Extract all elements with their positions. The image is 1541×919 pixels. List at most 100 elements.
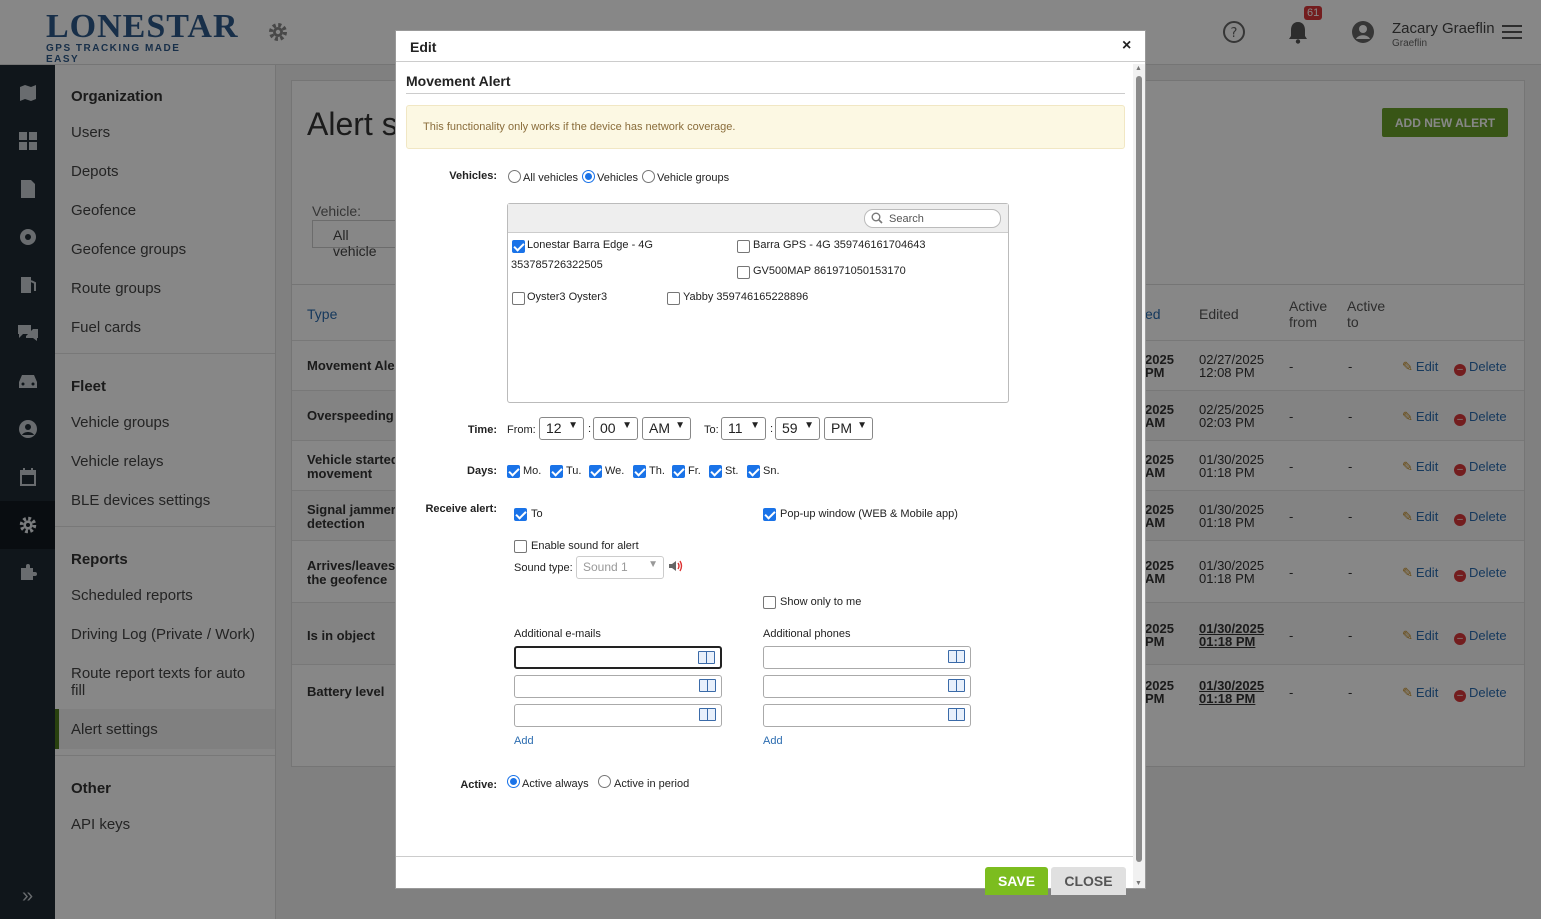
save-button[interactable]: SAVE — [985, 867, 1048, 895]
sound-type-label: Sound type: — [514, 562, 573, 574]
radio-active-in-period[interactable] — [598, 775, 611, 788]
vehicle-name[interactable]: GV500MAP 861971050153170 — [753, 265, 906, 277]
radio-vehicles-label[interactable]: Vehicles — [597, 172, 638, 184]
chevron-down-icon: ▼ — [675, 420, 685, 431]
day-label-fr[interactable]: Fr. — [688, 465, 701, 477]
close-icon[interactable]: × — [1122, 37, 1131, 55]
to-hour-value: 11 — [728, 420, 743, 436]
email-field[interactable] — [514, 646, 722, 669]
coverage-warning: This functionality only works if the dev… — [406, 105, 1125, 149]
additional-phones-label: Additional phones — [763, 628, 851, 640]
day-label-mo[interactable]: Mo. — [523, 465, 541, 477]
address-book-icon[interactable] — [698, 651, 715, 664]
day-label-sn[interactable]: Sn. — [763, 465, 780, 477]
chevron-down-icon: ▼ — [804, 420, 814, 431]
day-label-tu[interactable]: Tu. — [566, 465, 582, 477]
address-book-icon[interactable] — [948, 708, 965, 721]
day-label-th[interactable]: Th. — [649, 465, 665, 477]
active-label: Active: — [460, 779, 497, 791]
time-label: Time: — [467, 424, 497, 436]
enable-sound-checkbox[interactable] — [514, 540, 527, 553]
radio-all-vehicles[interactable] — [508, 170, 521, 183]
from-label: From: — [507, 424, 536, 436]
phone-field[interactable] — [763, 704, 971, 727]
speaker-icon[interactable] — [668, 560, 684, 575]
vehicle-name[interactable]: Lonestar Barra Edge - 4G — [527, 239, 653, 251]
vehicle-list-toolbar: Search — [508, 204, 1008, 233]
day-label-st[interactable]: St. — [725, 465, 738, 477]
close-button[interactable]: CLOSE — [1051, 867, 1126, 895]
receive-to-label[interactable]: To — [531, 508, 543, 520]
scroll-down-arrow-icon[interactable]: ▼ — [1135, 880, 1142, 887]
scrollbar-thumb[interactable] — [1136, 76, 1142, 862]
time-separator: : — [588, 423, 592, 435]
from-ampm-select[interactable]: AM ▼ — [642, 417, 691, 440]
show-only-me-checkbox[interactable] — [763, 596, 776, 609]
popup-window-checkbox[interactable] — [763, 508, 776, 521]
email-field[interactable] — [514, 675, 722, 698]
to-hour-select[interactable]: 11 ▼ — [721, 417, 766, 440]
days-label: Days: — [467, 465, 497, 477]
enable-sound-label[interactable]: Enable sound for alert — [531, 540, 639, 552]
radio-vehicles[interactable] — [582, 170, 595, 183]
scroll-up-arrow-icon[interactable]: ▲ — [1135, 65, 1142, 72]
phone-field[interactable] — [763, 675, 971, 698]
popup-window-label[interactable]: Pop-up window (WEB & Mobile app) — [780, 508, 958, 520]
radio-vehicle-groups-label[interactable]: Vehicle groups — [657, 172, 729, 184]
sound-type-value: Sound 1 — [583, 560, 628, 574]
receive-to-checkbox[interactable] — [514, 508, 527, 521]
day-checkbox-fr[interactable] — [672, 465, 685, 478]
vehicle-name[interactable]: Oyster3 Oyster3 — [527, 291, 607, 303]
show-only-me-label[interactable]: Show only to me — [780, 596, 861, 608]
time-separator: : — [770, 423, 774, 435]
day-label-we[interactable]: We. — [605, 465, 624, 477]
radio-active-always[interactable] — [507, 775, 520, 788]
chevron-down-icon: ▼ — [750, 420, 760, 431]
to-minute-value: 59 — [782, 420, 798, 436]
dialog-footer-divider — [396, 856, 1133, 857]
edit-alert-dialog: Edit × ▲ ▼ Movement Alert This functiona… — [395, 30, 1146, 895]
vehicle-checkbox[interactable] — [512, 240, 525, 253]
vehicle-name[interactable]: Barra GPS - 4G 359746161704643 — [753, 239, 925, 251]
radio-active-in-period-label[interactable]: Active in period — [614, 778, 689, 790]
to-label: To: — [704, 424, 719, 436]
day-checkbox-sn[interactable] — [747, 465, 760, 478]
from-ampm-value: AM — [649, 420, 670, 436]
vehicle-checkbox[interactable] — [737, 266, 750, 279]
from-hour-value: 12 — [546, 420, 562, 436]
vehicle-name[interactable]: Yabby 359746165228896 — [683, 291, 808, 303]
radio-all-vehicles-label[interactable]: All vehicles — [523, 172, 578, 184]
add-phone-link[interactable]: Add — [763, 735, 783, 747]
add-email-link[interactable]: Add — [514, 735, 534, 747]
from-minute-select[interactable]: 00 ▼ — [593, 417, 638, 440]
from-hour-select[interactable]: 12 ▼ — [539, 417, 584, 440]
vehicle-search-input[interactable]: Search — [864, 209, 1001, 228]
chevron-down-icon: ▼ — [568, 420, 578, 431]
address-book-icon[interactable] — [699, 679, 716, 692]
day-checkbox-we[interactable] — [589, 465, 602, 478]
radio-active-always-label[interactable]: Active always — [522, 778, 589, 790]
dialog-header: Edit × — [396, 31, 1145, 62]
section-divider — [406, 93, 1125, 94]
vehicle-imei[interactable]: 353785726322505 — [511, 259, 603, 271]
from-minute-value: 00 — [600, 420, 616, 436]
email-field[interactable] — [514, 704, 722, 727]
vehicle-checkbox[interactable] — [667, 292, 680, 305]
day-checkbox-th[interactable] — [633, 465, 646, 478]
chevron-down-icon: ▼ — [648, 559, 658, 570]
vehicle-checkbox[interactable] — [737, 240, 750, 253]
phone-field[interactable] — [763, 646, 971, 669]
address-book-icon[interactable] — [948, 650, 965, 663]
section-title: Movement Alert — [406, 73, 511, 89]
to-ampm-select[interactable]: PM ▼ — [824, 417, 873, 440]
radio-vehicle-groups[interactable] — [642, 170, 655, 183]
vehicle-checkbox[interactable] — [512, 292, 525, 305]
address-book-icon[interactable] — [948, 679, 965, 692]
to-minute-select[interactable]: 59 ▼ — [775, 417, 820, 440]
day-checkbox-tu[interactable] — [550, 465, 563, 478]
address-book-icon[interactable] — [699, 708, 716, 721]
day-checkbox-mo[interactable] — [507, 465, 520, 478]
day-checkbox-st[interactable] — [709, 465, 722, 478]
sound-type-select[interactable]: Sound 1 ▼ — [576, 556, 664, 579]
dialog-title: Edit — [410, 39, 437, 55]
